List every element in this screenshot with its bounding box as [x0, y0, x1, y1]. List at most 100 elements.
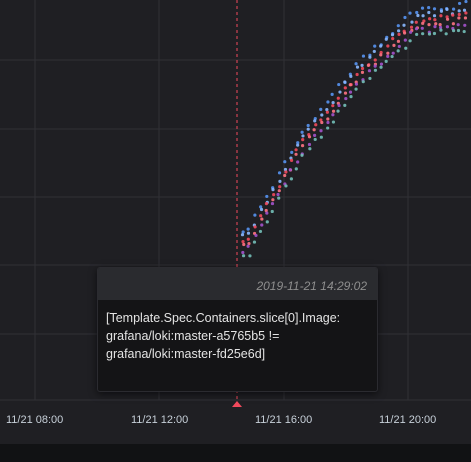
series-point	[354, 87, 358, 91]
series-point	[372, 49, 376, 54]
series-point	[439, 9, 444, 13]
series-point	[240, 233, 245, 237]
annotation-marker[interactable]	[232, 401, 242, 407]
series-point	[457, 16, 461, 20]
series-point	[294, 167, 298, 171]
series-point	[445, 7, 449, 11]
series-point	[294, 152, 298, 156]
series-point	[313, 119, 317, 123]
series-point	[361, 54, 366, 58]
series-point	[330, 92, 334, 96]
series-point	[313, 133, 317, 137]
series-point	[326, 120, 330, 125]
series-point	[451, 13, 455, 17]
series-point	[408, 11, 412, 15]
x-axis-tick: 11/21 20:00	[379, 414, 437, 426]
series-point	[278, 179, 282, 183]
series-point	[288, 168, 292, 172]
x-axis-tick: 11/21 16:00	[255, 414, 313, 426]
series-point	[396, 24, 400, 28]
series-point	[414, 20, 418, 24]
series-point	[294, 148, 298, 152]
series-point	[360, 70, 365, 74]
series-point	[312, 128, 316, 132]
series-point	[355, 65, 360, 69]
series-point	[349, 74, 353, 78]
series-point	[284, 184, 288, 188]
series-point	[421, 21, 425, 25]
series-point	[343, 80, 347, 84]
series-point	[421, 14, 425, 18]
tooltip-text-line: grafana/loki:master-fd25e6d]	[106, 347, 266, 361]
series-point	[283, 160, 287, 164]
series-point	[373, 64, 377, 68]
tooltip-timestamp: 2019-11-21 14:29:02	[256, 279, 367, 293]
series-point	[386, 44, 390, 48]
series-point	[432, 7, 437, 11]
series-point	[270, 209, 274, 214]
series-point	[265, 220, 269, 224]
series-point	[319, 135, 323, 139]
series-point	[300, 153, 304, 157]
series-point	[391, 37, 395, 41]
series-point	[337, 82, 341, 87]
series-point	[270, 201, 275, 206]
series-point	[391, 51, 395, 55]
series-point	[409, 25, 414, 29]
series-point	[386, 54, 390, 58]
series-point	[331, 120, 336, 124]
series-point	[386, 51, 390, 55]
series-point	[379, 44, 383, 48]
series-point	[451, 29, 456, 33]
series-point	[403, 15, 407, 20]
series-point	[415, 10, 419, 15]
series-point	[361, 80, 365, 84]
series-point	[246, 231, 251, 235]
series-point	[457, 12, 461, 17]
series-point	[445, 25, 450, 29]
series-point	[248, 254, 252, 258]
series-point	[260, 223, 264, 227]
series-point	[331, 113, 335, 117]
series-point	[457, 1, 462, 6]
series-point	[242, 242, 246, 247]
series-point	[306, 123, 310, 128]
series-point	[331, 104, 335, 108]
series-point	[276, 192, 280, 197]
series-point	[397, 29, 401, 33]
series-point	[384, 37, 388, 41]
series-point	[373, 58, 377, 62]
series-point	[246, 227, 250, 231]
series-point	[300, 130, 304, 134]
series-point	[325, 107, 329, 112]
series-point	[403, 31, 407, 35]
series-point	[277, 196, 281, 200]
series-point	[307, 142, 312, 147]
series-point	[325, 110, 330, 114]
x-axis-tick: 11/21 12:00	[131, 414, 189, 426]
series-point	[272, 193, 276, 197]
series-point	[432, 14, 437, 18]
series-point	[241, 250, 245, 255]
series-point	[326, 100, 330, 104]
series-point	[403, 38, 407, 42]
series-point	[337, 103, 341, 108]
series-point	[463, 23, 467, 27]
series-point	[331, 100, 335, 105]
series-point	[271, 188, 275, 192]
series-point	[404, 46, 408, 50]
series-point	[445, 17, 450, 21]
series-point	[289, 158, 294, 162]
series-point	[338, 90, 342, 94]
series-point	[348, 83, 352, 87]
series-point	[331, 109, 336, 113]
series-point	[367, 69, 372, 73]
series-point	[397, 44, 401, 49]
series-point	[456, 23, 460, 27]
series-point	[368, 76, 372, 81]
series-point	[354, 62, 358, 66]
series-point	[360, 66, 365, 71]
series-point	[254, 233, 258, 238]
series-point	[432, 31, 437, 36]
graph-panel[interactable]: 11/21 08:00 11/21 12:00 11/21 16:00 11/2…	[0, 0, 471, 444]
